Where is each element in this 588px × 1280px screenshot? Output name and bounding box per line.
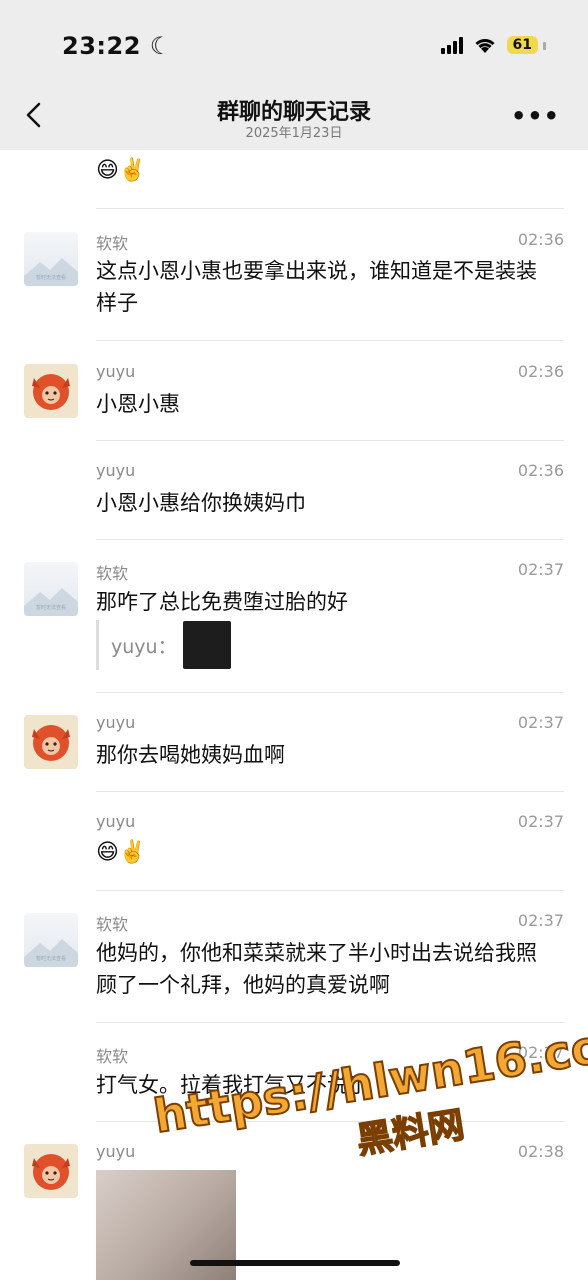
message-time: 02:37: [517, 812, 564, 831]
message-time: 02:36: [517, 362, 564, 381]
message-time: 02:38: [517, 1142, 564, 1161]
quoted-image-thumbnail[interactable]: [182, 621, 231, 669]
avatar[interactable]: 暂时无法查看: [24, 562, 78, 616]
sender-name: 软软: [96, 234, 129, 253]
page-subtitle: 2025年1月23日: [245, 126, 343, 141]
divider: [96, 791, 564, 792]
sender-name: 软软: [96, 564, 129, 583]
message-text: 小恩小惠给你换姨妈巾: [96, 491, 306, 515]
nav-bar: 群聊的聊天记录 2025年1月23日 •••: [0, 90, 588, 150]
quoted-message[interactable]: yuyu：: [96, 620, 231, 670]
avatar[interactable]: [24, 715, 78, 769]
message-time: 02:37: [517, 911, 564, 930]
status-bar: 23:22 ☾ 61: [0, 0, 588, 90]
cellular-signal-icon: [440, 36, 463, 54]
more-options-button[interactable]: •••: [511, 102, 560, 130]
message-emoji: 😄✌️: [96, 840, 147, 865]
message-text: 他妈的，你他和菜菜就来了半小时出去说给我照顾了一个礼拜，他妈的真爱说啊: [96, 941, 537, 997]
sender-name: 软软: [96, 915, 129, 934]
sender-name: yuyu: [96, 812, 136, 831]
avatar-caption: 暂时无法查看: [36, 274, 66, 281]
divider: [96, 208, 564, 209]
avatar[interactable]: 暂时无法查看: [24, 232, 78, 286]
message-text: 这点小恩小惠也要拿出来说，谁知道是不是装装样子: [96, 259, 537, 315]
divider: [96, 539, 564, 540]
divider: [96, 340, 564, 341]
moon-icon: ☾: [149, 32, 172, 60]
avatar[interactable]: 暂时无法查看: [24, 913, 78, 967]
message-text: 那你去喝她姨妈血啊: [96, 743, 285, 767]
message-time: 02:36: [517, 461, 564, 480]
avatar-caption: 暂时无法查看: [36, 604, 66, 611]
divider: [96, 1022, 564, 1023]
status-time: 23:22 ☾: [62, 32, 172, 60]
divider: [96, 440, 564, 441]
message-text: 那咋了总比免费堕过胎的好: [96, 590, 348, 614]
message-time: 02:37: [517, 713, 564, 732]
sender-name: yuyu: [96, 461, 136, 480]
avatar[interactable]: [24, 1144, 78, 1198]
wifi-icon: [474, 39, 495, 53]
sender-name: yuyu: [96, 1142, 136, 1161]
divider: [96, 692, 564, 693]
battery-indicator: 61: [506, 36, 547, 54]
status-icons: 61: [440, 36, 547, 54]
avatar-caption: 暂时无法查看: [36, 955, 66, 962]
message-text: 小恩小惠: [96, 392, 180, 416]
quote-sender: yuyu：: [111, 635, 177, 658]
message-emoji: 😄✌️: [96, 158, 147, 183]
sender-name: yuyu: [96, 713, 136, 732]
message-time: 02:37: [517, 560, 564, 579]
sender-name: 软软: [96, 1047, 129, 1066]
avatar[interactable]: [24, 364, 78, 418]
home-indicator[interactable]: [190, 1260, 400, 1266]
message-time: 02:36: [517, 230, 564, 249]
divider: [96, 890, 564, 891]
sender-name: yuyu: [96, 362, 136, 381]
